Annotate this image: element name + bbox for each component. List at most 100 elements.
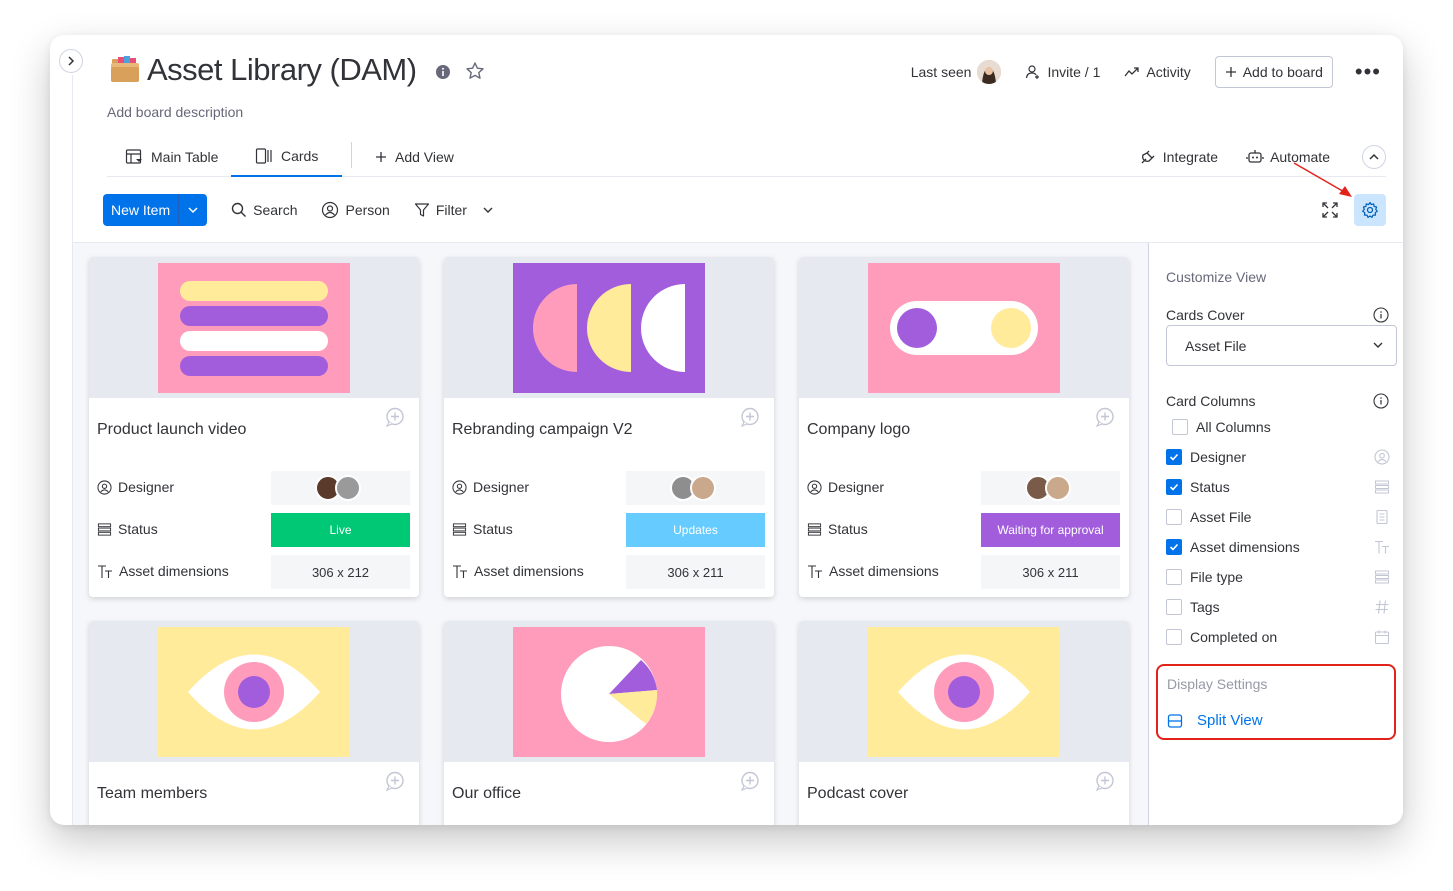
card-cover-image [868,263,1060,393]
tab-main-table[interactable]: Main Table [119,136,224,177]
add-update-icon[interactable] [385,407,405,427]
status-badge[interactable]: Updates [626,513,765,547]
checkbox-checked[interactable] [1166,539,1182,555]
split-view-icon [1167,713,1183,728]
star-icon[interactable] [465,61,485,81]
card-cover-image [513,263,705,393]
chevron-right-icon [68,56,75,66]
calendar-icon [1374,630,1390,645]
expand-sidebar-button[interactable] [59,49,83,73]
add-to-board-button[interactable]: Add to board [1214,56,1333,88]
add-view-button[interactable]: Add View [375,136,454,177]
checkbox[interactable] [1166,509,1182,525]
new-item-button[interactable]: New Item [103,194,208,226]
column-toggle-status[interactable]: Status [1166,476,1390,498]
collapse-header-button[interactable] [1362,144,1386,169]
card-title[interactable]: Podcast cover [807,785,908,803]
integrate-button[interactable]: Integrate [1139,148,1218,166]
text-icon [808,564,822,578]
chevron-up-icon [1369,153,1379,160]
split-view-button[interactable]: Split View [1167,712,1263,729]
search-label: Search [253,202,298,218]
card-item[interactable]: Team members [89,621,419,825]
card-item[interactable]: Rebranding campaign V2 Designer Status U… [444,257,774,597]
designer-value[interactable] [271,471,410,505]
card-cover[interactable] [89,621,419,762]
checkbox[interactable] [1166,629,1182,645]
checkbox-checked[interactable] [1166,449,1182,465]
integrate-label: Integrate [1162,148,1219,165]
activity-button[interactable]: Activity [1124,64,1191,80]
card-item[interactable]: Product launch video Designer Status Liv… [89,257,419,597]
card-cover[interactable] [799,621,1129,762]
cards-board: Product launch video Designer Status Liv… [73,243,1148,825]
checkbox[interactable] [1166,569,1182,585]
chevron-down-icon [1373,342,1383,348]
info-icon[interactable] [435,64,451,80]
tab-cards-label: Cards [281,147,319,164]
card-item[interactable]: Podcast cover [799,621,1129,825]
card-cover[interactable] [799,257,1129,398]
card-title[interactable]: Product launch video [97,421,246,439]
checkbox[interactable] [1172,419,1188,435]
filter-button[interactable]: Filter [414,202,493,218]
card-cover[interactable] [444,621,774,762]
card-title[interactable]: Our office [452,785,521,803]
tab-cards[interactable]: Cards [231,136,343,177]
card-item[interactable]: Our office [444,621,774,825]
avatar [689,475,716,501]
new-item-label[interactable]: New Item [103,194,180,226]
status-label: Status [828,521,868,537]
add-update-icon[interactable] [740,771,760,791]
new-item-dropdown[interactable] [179,194,207,226]
checkbox[interactable] [1166,599,1182,615]
person-filter-button[interactable]: Person [321,201,390,219]
checkbox-checked[interactable] [1166,479,1182,495]
dimensions-value[interactable]: 306 x 211 [981,555,1120,589]
person-icon [1374,449,1390,465]
chevron-down-icon [188,207,198,214]
board-description[interactable]: Add board description [107,104,243,120]
add-update-icon[interactable] [1095,407,1115,427]
card-title[interactable]: Team members [97,785,207,803]
last-seen-label: Last seen [910,64,972,80]
cards-cover-label: Cards Cover [1166,307,1245,323]
column-toggle-tags[interactable]: Tags [1166,596,1390,618]
status-label: Status [473,521,513,537]
dimensions-value[interactable]: 306 x 211 [626,555,765,589]
search-button[interactable]: Search [231,202,297,218]
add-update-icon[interactable] [385,771,405,791]
invite-button[interactable]: Invite / 1 [1025,64,1100,80]
last-seen[interactable]: Last seen [911,60,1002,84]
column-toggle-completed-on[interactable]: Completed on [1166,626,1390,648]
add-view-label: Add View [395,148,454,165]
add-update-icon[interactable] [1095,771,1115,791]
card-cover[interactable] [89,257,419,398]
card-title[interactable]: Company logo [807,421,910,439]
card-item[interactable]: Company logo Designer Status Waiting for… [799,257,1129,597]
status-badge[interactable]: Live [271,513,410,547]
person-icon [807,479,822,495]
board-title[interactable]: Asset Library (DAM) [147,52,417,88]
asset-dimensions-label: Asset dimensions [474,563,584,579]
info-icon[interactable] [1373,393,1389,409]
designer-value[interactable] [626,471,765,505]
column-toggle-asset-dimensions[interactable]: Asset dimensions [1166,536,1390,558]
designer-value[interactable] [981,471,1120,505]
activity-icon [1124,67,1140,77]
card-cover-image [513,627,705,757]
dimensions-value[interactable]: 306 x 212 [271,555,410,589]
column-toggle-designer[interactable]: Designer [1166,446,1390,468]
column-toggle-all[interactable]: All Columns [1172,416,1396,438]
card-title[interactable]: Rebranding campaign V2 [452,421,633,439]
app-window: Asset Library (DAM) Add board descriptio… [50,35,1403,825]
column-toggle-asset-file[interactable]: Asset File [1166,506,1390,528]
status-badge[interactable]: Waiting for approval [981,513,1120,547]
card-cover[interactable] [444,257,774,398]
cards-cover-select[interactable]: Asset File [1166,325,1397,366]
add-update-icon[interactable] [740,407,760,427]
more-options-icon[interactable]: ••• [1355,61,1381,83]
column-toggle-file-type[interactable]: File type [1166,566,1390,588]
person-label: Person [345,202,390,218]
info-icon[interactable] [1373,307,1389,323]
